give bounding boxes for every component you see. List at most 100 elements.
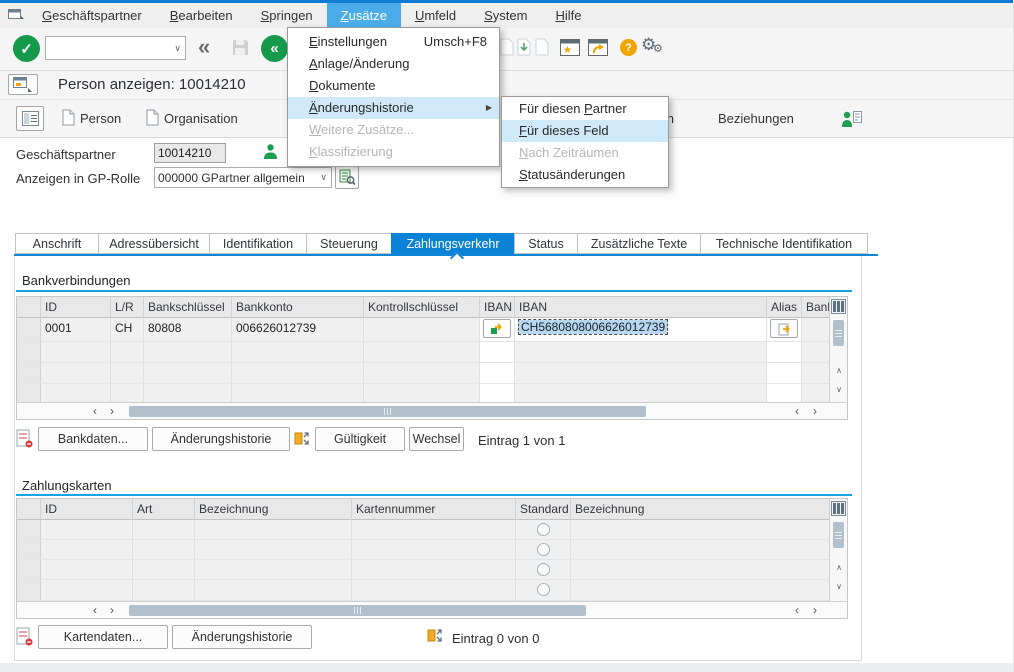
- iban-value[interactable]: CH5680808006626012739: [519, 320, 667, 334]
- standard-radio[interactable]: [537, 563, 550, 576]
- beziehungen-button[interactable]: Beziehungen: [718, 111, 794, 126]
- chevron-down-icon[interactable]: ∨: [174, 43, 181, 54]
- scroll-right-icon[interactable]: ›: [104, 603, 120, 618]
- tab-zahlungsverkehr[interactable]: Zahlungsverkehr: [391, 233, 515, 254]
- expand-icon[interactable]: [427, 626, 444, 650]
- menu-geschaeftspartner[interactable]: Geschäftspartner: [28, 3, 156, 28]
- gp-number-field[interactable]: 10014210: [154, 143, 226, 163]
- role-select[interactable]: 000000 GPartner allgemein ∨: [154, 167, 332, 188]
- zusaetze-menu: Einstellungen Umsch+F8 Anlage/Änderung D…: [287, 27, 500, 167]
- selector-column-header[interactable]: [17, 499, 41, 520]
- standard-radio[interactable]: [537, 543, 550, 556]
- menu-item-einstellungen[interactable]: Einstellungen Umsch+F8: [288, 31, 499, 53]
- gueltigkeit-button[interactable]: Gültigkeit: [315, 427, 405, 451]
- menu-system[interactable]: System: [470, 3, 541, 28]
- empty-cell: [364, 384, 480, 402]
- menu-item-dokumente[interactable]: Dokumente: [288, 75, 499, 97]
- bankdaten-button[interactable]: Bankdaten...: [38, 427, 148, 451]
- tab-adressuebersicht[interactable]: Adressübersicht: [98, 233, 210, 254]
- v-scrollbar-thumb[interactable]: [833, 522, 844, 548]
- services-for-object-button[interactable]: [8, 74, 38, 95]
- bank-h-scrollbar[interactable]: ‹ › ‹ ›: [17, 402, 847, 419]
- create-shortcut-icon[interactable]: [588, 39, 608, 61]
- new-session-icon[interactable]: ★: [560, 39, 580, 61]
- h-scrollbar-thumb[interactable]: [129, 605, 586, 616]
- scroll-left-icon[interactable]: ‹: [789, 404, 805, 419]
- scroll-down-icon[interactable]: ∨: [831, 383, 847, 398]
- organisation-button[interactable]: Organisation: [164, 111, 238, 126]
- tab-status[interactable]: Status: [514, 233, 578, 254]
- row-selector[interactable]: [17, 363, 41, 384]
- bank-aenderungshistorie-button[interactable]: Änderungshistorie: [152, 427, 290, 451]
- cards-h-scrollbar[interactable]: ‹ › ‹ ›: [17, 601, 847, 618]
- menu-bearbeiten[interactable]: Bearbeiten: [156, 3, 247, 28]
- tab-technische-identifikation[interactable]: Technische Identifikation: [700, 233, 868, 254]
- person-relationships-icon[interactable]: [840, 109, 863, 132]
- menu-springen[interactable]: Springen: [247, 3, 327, 28]
- selector-column-header[interactable]: [17, 297, 41, 318]
- cell-id[interactable]: 0001: [41, 318, 111, 342]
- row-selector[interactable]: [17, 318, 41, 342]
- cards-v-scrollbar[interactable]: ∧ ∨: [829, 499, 847, 601]
- cell-bankschluessel[interactable]: 80808: [144, 318, 232, 342]
- menu-hilfe[interactable]: Hilfe: [541, 3, 595, 28]
- row-selector[interactable]: [17, 342, 41, 363]
- menu-umfeld[interactable]: Umfeld: [401, 3, 470, 28]
- scroll-up-icon[interactable]: ∧: [831, 364, 847, 379]
- table-settings-icon[interactable]: [831, 299, 846, 314]
- chevron-down-icon[interactable]: ∨: [320, 172, 327, 183]
- row-selector[interactable]: [17, 540, 41, 560]
- submenu-item-fuer-diesen-partner[interactable]: Für diesen Partner: [502, 98, 668, 120]
- scroll-down-icon[interactable]: ∨: [831, 580, 847, 595]
- iban-detail-button[interactable]: [483, 319, 511, 338]
- locator-toggle-button[interactable]: [16, 106, 44, 131]
- tab-zusaetzliche-texte[interactable]: Zusätzliche Texte: [577, 233, 701, 254]
- help-icon[interactable]: ?: [620, 39, 637, 56]
- scroll-right-icon[interactable]: ›: [104, 404, 120, 419]
- v-scrollbar-thumb[interactable]: [833, 320, 844, 346]
- scroll-right-icon[interactable]: ›: [807, 404, 823, 419]
- expand-icon[interactable]: [294, 429, 311, 453]
- scroll-up-icon[interactable]: ∧: [831, 561, 847, 576]
- row-selector[interactable]: [17, 384, 41, 402]
- standard-radio[interactable]: [537, 583, 550, 596]
- scroll-right-icon[interactable]: ›: [807, 603, 823, 618]
- bank-v-scrollbar[interactable]: ∧ ∨: [829, 297, 847, 402]
- menu-item-anlage-aenderung[interactable]: Anlage/Änderung: [288, 53, 499, 75]
- submenu-item-fuer-dieses-feld[interactable]: Für dieses Feld: [502, 120, 668, 142]
- collapse-toolbar-icon[interactable]: «: [198, 34, 208, 60]
- cell-iban[interactable]: CH5680808006626012739: [515, 318, 767, 342]
- window-menu-icon[interactable]: [8, 7, 24, 25]
- standard-radio[interactable]: [537, 523, 550, 536]
- tab-anschrift[interactable]: Anschrift: [15, 233, 99, 254]
- row-selector[interactable]: [17, 560, 41, 580]
- row-selector[interactable]: [17, 520, 41, 540]
- scroll-left-icon[interactable]: ‹: [87, 603, 103, 618]
- h-scrollbar-thumb[interactable]: [129, 406, 646, 417]
- tab-steuerung[interactable]: Steuerung: [306, 233, 392, 254]
- command-field[interactable]: ∨: [45, 36, 186, 60]
- delete-row-icon[interactable]: [16, 429, 34, 454]
- back-button[interactable]: «: [261, 35, 288, 62]
- tab-identifikation[interactable]: Identifikation: [209, 233, 307, 254]
- command-input[interactable]: [49, 40, 168, 56]
- scroll-left-icon[interactable]: ‹: [87, 404, 103, 419]
- cell-kontrollschluessel[interactable]: [364, 318, 480, 342]
- person-button[interactable]: Person: [80, 111, 121, 126]
- cards-aenderungshistorie-button[interactable]: Änderungshistorie: [172, 625, 312, 649]
- scroll-left-icon[interactable]: ‹: [789, 603, 805, 618]
- kartendaten-button[interactable]: Kartendaten...: [38, 625, 168, 649]
- submenu-item-statusaenderungen[interactable]: Statusänderungen: [502, 164, 668, 186]
- cell-lr[interactable]: CH: [111, 318, 144, 342]
- enter-button[interactable]: ✓: [13, 35, 40, 62]
- alias-detail-button[interactable]: [770, 319, 798, 338]
- cell-bankkonto[interactable]: 006626012739: [232, 318, 364, 342]
- row-selector[interactable]: [17, 580, 41, 601]
- table-settings-icon[interactable]: [831, 501, 846, 516]
- wechsel-button[interactable]: Wechsel: [409, 427, 464, 451]
- delete-row-icon[interactable]: [16, 627, 34, 652]
- display-role-button[interactable]: [335, 166, 359, 189]
- menu-zusaetze[interactable]: Zusätze: [327, 3, 401, 28]
- menu-item-aenderungshistorie[interactable]: Änderungshistorie ▶: [288, 97, 499, 119]
- page-download-icon[interactable]: [517, 38, 531, 61]
